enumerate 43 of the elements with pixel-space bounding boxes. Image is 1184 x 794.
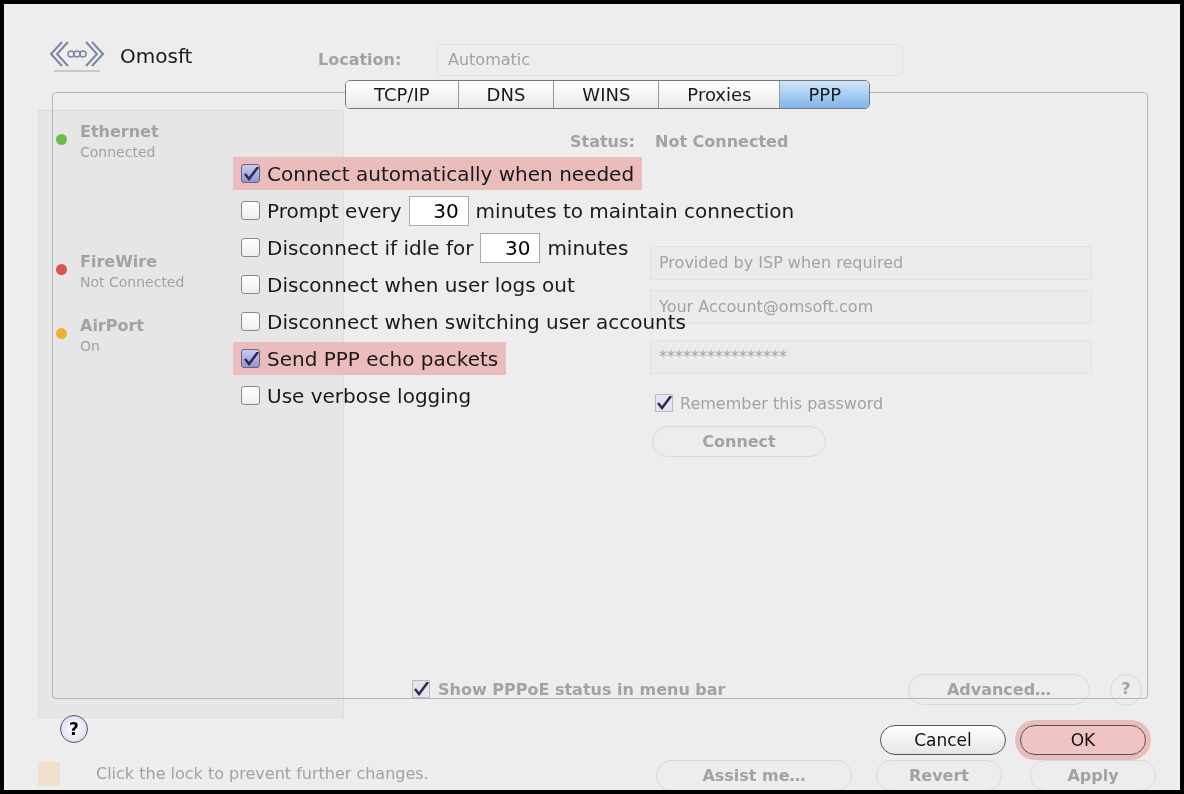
checkbox[interactable]: [241, 349, 260, 368]
checkbox[interactable]: [241, 238, 260, 257]
service-name[interactable]: FireWire: [80, 252, 158, 271]
show-status-label: Show PPPoE status in menu bar: [438, 680, 726, 699]
service-status: Connected: [80, 144, 156, 160]
option-label: Prompt every: [267, 198, 402, 223]
checkbox[interactable]: [241, 275, 260, 294]
remember-checkbox[interactable]: [655, 394, 673, 412]
lock-message: Click the lock to prevent further changes.: [96, 764, 429, 783]
service-status: On: [80, 338, 100, 354]
service-name[interactable]: AirPort: [80, 316, 144, 335]
service-name[interactable]: Ethernet: [80, 122, 159, 141]
checkbox[interactable]: [241, 164, 260, 183]
dialog-button[interactable]: Cancel: [880, 725, 1006, 755]
remember-label: Remember this password: [680, 394, 884, 413]
service-title: Omosft: [120, 44, 193, 68]
option-label: Use verbose logging: [267, 383, 472, 408]
text-field[interactable]: Provided by ISP when required: [650, 246, 1092, 280]
option-label: minutes to maintain connection: [475, 198, 795, 223]
tab[interactable]: DNS: [458, 81, 555, 108]
minutes-field[interactable]: 30: [408, 195, 469, 226]
location-popup[interactable]: Automatic: [437, 44, 903, 76]
option-label: Disconnect if idle for: [267, 235, 474, 260]
checkbox[interactable]: [241, 312, 260, 331]
tab[interactable]: TCP/IP: [346, 81, 459, 108]
text-field[interactable]: ****************: [650, 340, 1092, 374]
service-status: Not Connected: [80, 274, 185, 290]
network-arrows-icon: [48, 39, 106, 73]
help-button[interactable]: ?: [60, 715, 88, 743]
status-value: Not Connected: [655, 132, 789, 151]
option-label: Send PPP echo packets: [267, 346, 499, 371]
option-label: Disconnect when user logs out: [267, 272, 575, 297]
checkbox[interactable]: [241, 201, 260, 220]
tab[interactable]: Proxies: [659, 81, 781, 108]
location-label: Location:: [318, 50, 402, 69]
tab[interactable]: WINS: [554, 81, 660, 108]
status-label: Status:: [570, 132, 635, 151]
tab[interactable]: PPP: [780, 81, 870, 108]
option-label: Connect automatically when needed: [267, 161, 635, 186]
option-label: minutes: [547, 235, 629, 260]
show-status-checkbox[interactable]: [412, 680, 430, 698]
minutes-field[interactable]: 30: [480, 232, 541, 263]
checkbox[interactable]: [241, 386, 260, 405]
